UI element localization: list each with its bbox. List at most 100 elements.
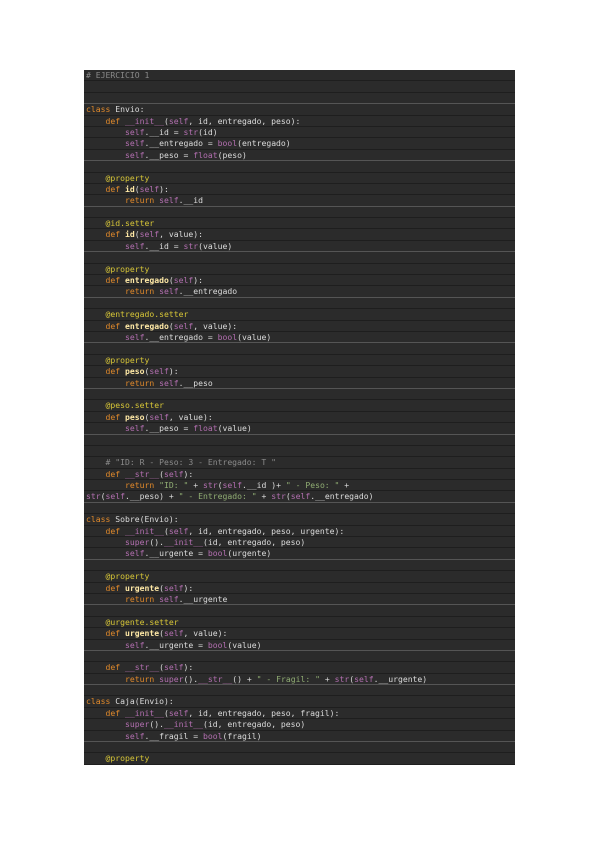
code-token: class [86,514,116,525]
code-token: self [159,286,179,297]
code-token: , id, entregado, peso): [188,115,301,126]
code-token: ): [159,183,169,194]
code-token: def [86,662,125,673]
code-token: (entregado) [237,138,291,149]
code-token: (value) [227,639,262,650]
code-token: + [256,491,272,502]
code-token: class [86,696,116,707]
code-token: .__id [178,195,203,206]
code-token: .__peso = [144,423,194,434]
code-token: self [290,491,311,502]
code-token: self [105,491,126,502]
code-token: return [86,377,160,388]
code-token: __init__ [124,525,164,536]
code-token: self [124,331,145,342]
code-line: def __init__(self, id, entregado, peso, … [84,525,515,538]
code-line: self.__fragil = bool(fragil) [84,730,515,743]
code-token: def [86,229,125,240]
code-token: self [124,240,145,251]
code-line: def peso(self, value): [84,411,515,424]
code-line [84,93,515,105]
code-token: def [86,628,125,639]
code-token: self [168,707,189,718]
code-token: , value): [168,411,213,422]
code-token: self [159,593,179,604]
code-token: @property [86,263,150,274]
code-token: entregado [124,320,169,331]
code-token: id [124,183,135,194]
code-line: @property [84,355,515,367]
code-token: bool [207,548,228,559]
code-token: , id, entregado, peso, urgente): [188,525,345,536]
code-token: (). [149,719,164,730]
code-token: Sobre(Envio): [115,514,179,525]
code-token: (). [183,673,199,684]
code-token: self [124,149,145,160]
code-line: return self.__id [84,195,515,207]
code-token: self [173,320,194,331]
code-token: __str__ [198,673,233,684]
code-line: self.__urgente = bool(urgente) [84,548,515,560]
code-token: .__entregado [178,286,238,297]
code-token: str [271,491,286,502]
code-token: peso [124,411,145,422]
code-token: # EJERCICIO 1 [86,70,150,80]
code-token: id [124,229,135,240]
code-line: str(self.__peso) + " - Entregado: " + st… [84,491,515,503]
code-line: # EJERCICIO 1 [84,70,515,82]
code-token: bool [217,331,238,342]
code-line [84,605,515,617]
code-token: @property [86,172,150,183]
code-line [84,298,515,310]
code-line: class Envio: [84,104,515,116]
code-line: self.__entregado = bool(entregado) [84,138,515,150]
code-token: # "ID: R - Peso: 3 - Entregado: T " [86,457,277,468]
code-token: return [86,593,160,604]
code-token: return [86,195,160,206]
code-token: "ID: " [159,480,189,491]
code-token: self [139,229,160,240]
code-token: .__entregado = [144,331,218,342]
code-token: def [86,183,125,194]
code-token: @peso.setter [86,400,164,411]
code-token: self [168,115,189,126]
code-token: .__urgente = [144,548,208,559]
code-token: .__urgente = [144,639,208,650]
code-token: " - Entregado: " [178,491,257,502]
code-token: Caja(Envio): [115,696,174,707]
code-token: def [86,411,125,422]
code-line: def __init__(self, id, entregado, peso, … [84,707,515,720]
code-token: self [124,730,145,741]
code-token: Envio [115,104,140,115]
code-line: def __str__(self): [84,468,515,481]
code-line [84,207,515,219]
code-line [84,651,515,663]
code-token: self [173,275,194,286]
code-line: def entregado(self, value): [84,321,515,332]
code-token: self [163,468,184,479]
code-token: self [124,548,145,559]
code-token: .__id )+ [241,480,286,491]
code-token: : [139,104,145,115]
code-token: .__id = [144,126,184,137]
code-line: @property [84,173,515,184]
code-token: (id, entregado, peso) [202,537,306,548]
code-token: str [334,673,350,684]
code-token: ): [193,275,203,286]
code-token: , id, entregado, peso, fragil): [188,707,340,718]
code-line: return self.__peso [84,378,515,389]
code-line: def entregado(self): [84,275,515,287]
code-token: (urgente) [227,548,272,559]
code-token: , value): [193,320,238,331]
code-line: return "ID: " + str(self.__id )+ " - Pes… [84,480,515,492]
code-line [84,446,515,458]
code-token: str [86,491,101,502]
code-token: (value) [217,423,252,434]
code-token: (id, entregado, peso) [202,719,306,730]
code-token: @urgente.setter [86,616,179,627]
code-line: self.__urgente = bool(value) [84,640,515,651]
